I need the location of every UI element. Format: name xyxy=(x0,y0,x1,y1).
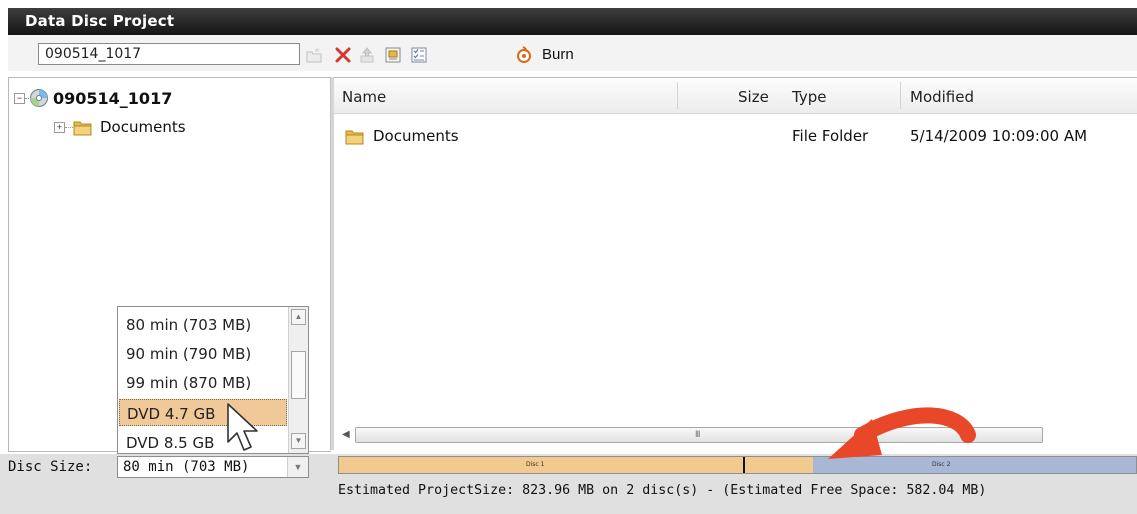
file-type: File Folder xyxy=(792,127,869,145)
new-folder-icon[interactable] xyxy=(305,46,323,64)
move-up-icon[interactable] xyxy=(358,46,376,64)
disc-size-option[interactable]: 90 min (790 MB) xyxy=(119,340,287,367)
disc-icon xyxy=(30,89,48,107)
folder-icon xyxy=(73,119,92,136)
toolbar: Burn xyxy=(8,35,1137,71)
scroll-up-icon[interactable]: ▲ xyxy=(291,309,306,325)
disc-size-option[interactable]: 99 min (870 MB) xyxy=(119,369,287,396)
disc-size-option[interactable]: DVD 8.5 GB xyxy=(119,429,287,453)
dropdown-scrollbar[interactable]: ▲ ▼ xyxy=(288,307,308,453)
scroll-grip: III xyxy=(695,429,700,439)
column-size[interactable]: Size xyxy=(738,88,769,106)
scroll-thumb[interactable]: III xyxy=(355,427,1043,443)
column-modified[interactable]: Modified xyxy=(910,88,974,106)
disc-size-dropdown-list[interactable]: 80 min (703 MB) 90 min (790 MB) 99 min (… xyxy=(117,306,309,454)
collapse-toggle[interactable]: − xyxy=(14,92,25,104)
project-name-input[interactable] xyxy=(38,43,300,65)
estimated-size-text: Estimated ProjectSize: 823.96 MB on 2 di… xyxy=(338,483,987,498)
burn-button[interactable]: Burn xyxy=(515,43,574,65)
tree-root-row[interactable]: − 090514_1017 xyxy=(14,88,172,108)
dropdown-scroll-thumb[interactable] xyxy=(291,351,306,399)
tree-item-documents[interactable]: + Documents xyxy=(54,118,186,136)
properties-icon[interactable] xyxy=(384,46,402,64)
file-row[interactable]: Documents File Folder 5/14/2009 10:09:00… xyxy=(334,125,1137,149)
burn-icon xyxy=(517,46,531,63)
disc1-fill xyxy=(339,457,813,473)
window-title: Data Disc Project xyxy=(25,12,175,30)
disc-capacity-bar: Disc 1 Disc 2 xyxy=(338,456,1137,474)
data-disc-project-window: Data Disc Project Burn − 090514_1017 xyxy=(0,0,1137,514)
burn-label: Burn xyxy=(542,45,574,63)
folder-icon xyxy=(345,128,364,145)
disc2-label: Disc 2 xyxy=(932,461,951,468)
title-bar: Data Disc Project xyxy=(8,8,1137,35)
column-header: Name Size Type Modified xyxy=(334,78,1137,114)
capacity-marker xyxy=(743,457,745,473)
disc-size-label: Disc Size: xyxy=(8,459,93,475)
tree-root-label: 090514_1017 xyxy=(53,88,173,108)
file-modified: 5/14/2009 10:09:00 AM xyxy=(910,127,1088,145)
expand-toggle[interactable]: + xyxy=(54,121,65,133)
file-list: Name Size Type Modified Documents File F… xyxy=(334,77,1137,451)
tree-item-label: Documents xyxy=(100,118,186,136)
file-name: Documents xyxy=(373,127,459,145)
column-type[interactable]: Type xyxy=(792,88,826,106)
scroll-left-icon[interactable]: ◀ xyxy=(342,429,350,440)
horizontal-scrollbar[interactable]: ◀ III xyxy=(334,424,1044,446)
scroll-down-icon[interactable]: ▼ xyxy=(291,433,306,449)
disc-size-select[interactable]: 80 min (703 MB) ▼ xyxy=(117,456,309,478)
disc1-label: Disc 1 xyxy=(526,461,545,468)
disc-size-value: 80 min (703 MB) xyxy=(123,459,250,475)
disc-size-option-selected[interactable]: DVD 4.7 GB xyxy=(119,399,287,426)
disc-size-option[interactable]: 80 min (703 MB) xyxy=(119,311,287,338)
dropdown-arrow-icon[interactable]: ▼ xyxy=(287,457,308,477)
delete-icon[interactable] xyxy=(334,46,352,64)
checklist-icon[interactable] xyxy=(410,46,428,64)
column-name[interactable]: Name xyxy=(342,88,386,106)
